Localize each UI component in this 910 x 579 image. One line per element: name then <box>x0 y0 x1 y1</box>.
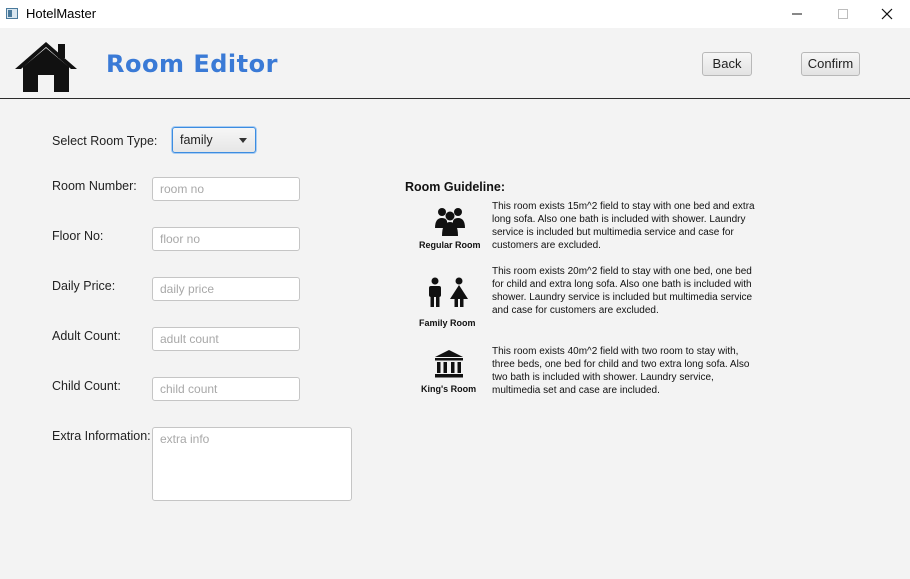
adult-count-label: Adult Count: <box>52 329 121 343</box>
minimize-button[interactable] <box>774 0 820 28</box>
price-input[interactable]: daily price <box>152 277 300 301</box>
family-room-text: This room exists 20m^2 field to stay wit… <box>492 266 753 316</box>
kings-room-text: This room exists 40m^2 field with two ro… <box>492 346 750 396</box>
kings-room-caption: King's Room <box>421 384 477 394</box>
chevron-down-icon <box>239 138 247 143</box>
extra-info-label: Extra Information: <box>52 429 151 443</box>
extra-info-textarea[interactable]: extra info <box>152 427 352 501</box>
regular-room-caption: Regular Room <box>419 240 481 250</box>
room-number-input[interactable]: room no <box>152 177 300 201</box>
family-room-caption: Family Room <box>419 318 476 328</box>
child-count-input[interactable]: child count <box>152 377 300 401</box>
regular-room-text: This room exists 15m^2 field to stay wit… <box>492 201 755 251</box>
maximize-icon <box>838 9 848 19</box>
child-count-label: Child Count: <box>52 379 121 393</box>
close-icon <box>881 8 893 20</box>
app-icon <box>6 8 18 19</box>
window-title: HotelMaster <box>26 6 97 21</box>
header-bar: Room Editor Back Confirm <box>0 28 910 99</box>
home-icon <box>15 42 77 92</box>
family-icon <box>429 277 468 307</box>
floor-input[interactable]: floor no <box>152 227 300 251</box>
title-bar: HotelMaster <box>0 0 910 28</box>
group-icon <box>435 208 465 236</box>
adult-count-input[interactable]: adult count <box>152 327 300 351</box>
room-type-value: family <box>180 133 213 147</box>
back-button[interactable]: Back <box>702 52 752 76</box>
palace-icon <box>435 350 463 378</box>
guideline-title: Room Guideline: <box>405 180 505 194</box>
room-type-select[interactable]: family <box>172 127 256 153</box>
maximize-button[interactable] <box>820 0 866 28</box>
room-number-label: Room Number: <box>52 179 137 193</box>
floor-label: Floor No: <box>52 229 104 243</box>
minimize-icon <box>792 13 802 15</box>
close-button[interactable] <box>864 0 910 28</box>
price-label: Daily Price: <box>52 279 116 293</box>
room-type-label: Select Room Type: <box>52 134 158 148</box>
confirm-button[interactable]: Confirm <box>801 52 860 76</box>
page-title: Room Editor <box>106 50 278 78</box>
